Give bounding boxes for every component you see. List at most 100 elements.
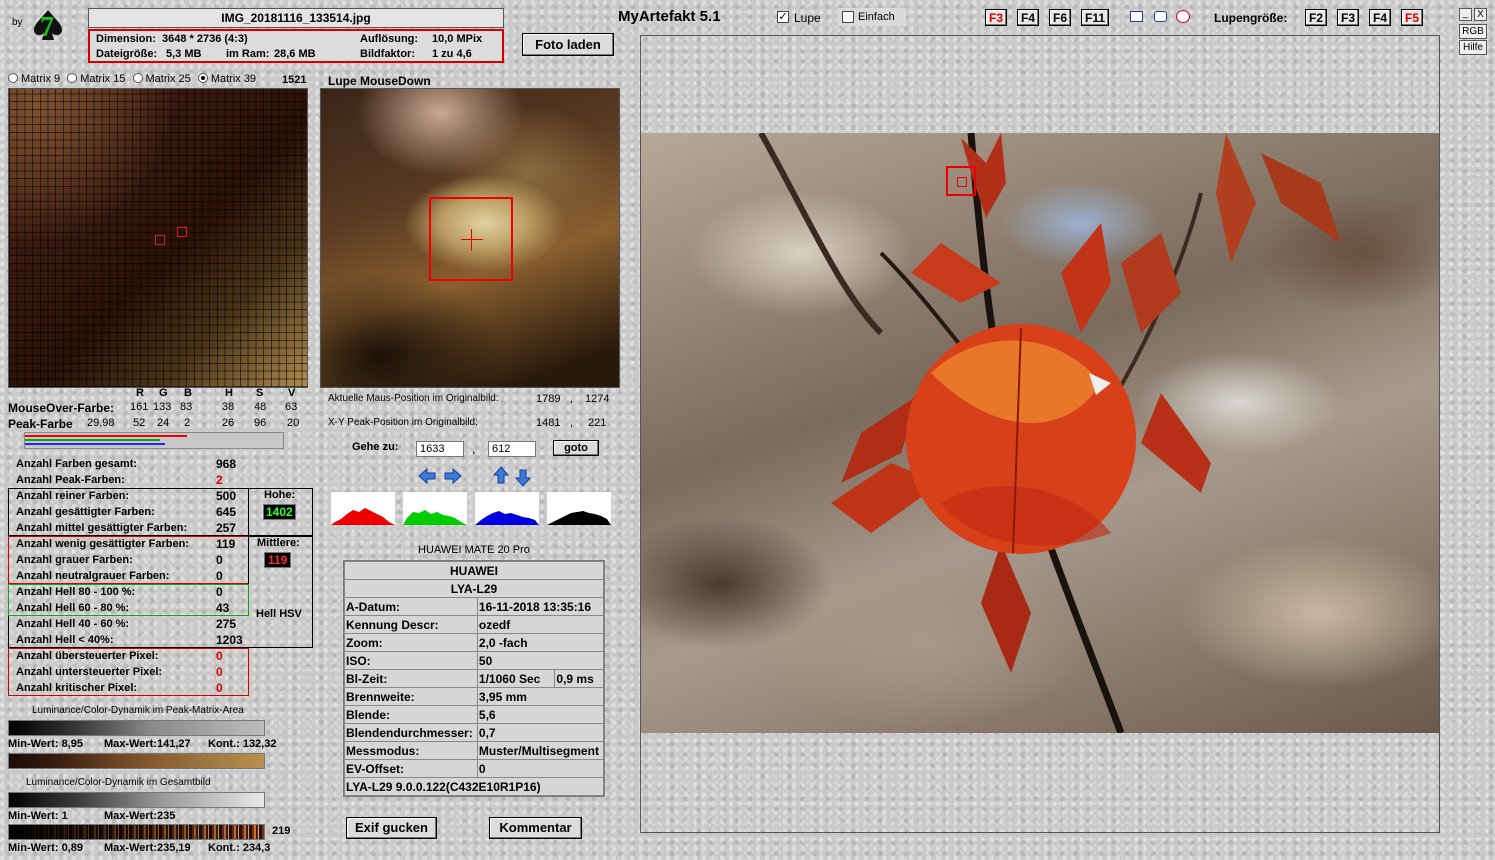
fkey-f6[interactable]: F6 (1049, 9, 1071, 26)
arrow-down-icon[interactable] (514, 468, 532, 488)
rounded-shape-icon[interactable] (1154, 11, 1167, 22)
mittlere-value: 119 (264, 552, 292, 568)
filesize-label: Dateigröße: (96, 48, 158, 60)
fkey-f11[interactable]: F11 (1081, 9, 1109, 26)
main-photo[interactable] (641, 133, 1439, 733)
hohe-value: 1402 (263, 504, 296, 520)
histogram-red-icon (331, 508, 395, 525)
peak-dynamic-title: Luminance/Color-Dynamik im Peak-Matrix-A… (32, 705, 244, 716)
color-matrix[interactable] (8, 88, 308, 388)
pk-g: 24 (157, 417, 170, 429)
exif-make: HUAWEI (344, 561, 604, 580)
device-name: HUAWEI MATE 20 Pro (418, 544, 530, 556)
mo-b: 83 (180, 401, 193, 413)
stat-label: Anzahl Hell 40 - 60 %: (16, 618, 130, 630)
peak-color-gradient (8, 753, 265, 769)
exif-bl-label: Bl-Zeit: (344, 669, 478, 688)
peak-dynamic-gradient (8, 720, 265, 736)
hdr-v: V (288, 387, 296, 399)
exif-kennung-label: Kennung Descr: (344, 615, 478, 634)
histogram-luma-icon (547, 511, 611, 525)
peak-position-x: 1481 (536, 417, 561, 429)
radio-icon (67, 73, 78, 83)
radio-icon (132, 73, 143, 83)
brand-by: by (12, 17, 23, 28)
stat-value: 0 (216, 553, 223, 567)
arrow-right-icon[interactable] (443, 467, 463, 485)
goto-button[interactable]: goto (553, 440, 599, 456)
exif-button[interactable]: Exif gucken (346, 817, 437, 839)
stat-value: 0 (216, 569, 223, 583)
arrow-up-icon[interactable] (492, 465, 510, 485)
fkey-f3[interactable]: F3 (985, 9, 1007, 26)
mouseover-color-label: MouseOver-Farbe: (8, 401, 115, 415)
close-button[interactable]: X (1474, 8, 1487, 21)
einfach-checkbox[interactable] (842, 11, 854, 23)
pk-r: 52 (133, 417, 146, 429)
exif-zoom-label: Zoom: (344, 633, 478, 652)
exif-bl-sec: 1/1060 Sec (476, 669, 556, 688)
total-count: 219 (272, 825, 291, 837)
goto-x-input[interactable]: 1633 (416, 441, 464, 457)
goto-y-input[interactable]: 612 (488, 441, 536, 457)
side-divider (248, 488, 249, 584)
factor-value: 1 zu 4,6 (432, 48, 472, 60)
mo-v: 63 (285, 401, 298, 413)
circle-shape-icon[interactable] (1176, 10, 1190, 23)
stat-label: Anzahl grauer Farben: (16, 554, 133, 566)
green-bar (25, 439, 160, 441)
arrow-left-icon[interactable] (417, 467, 437, 485)
mo-h: 38 (222, 401, 235, 413)
lupe-size-f4[interactable]: F4 (1369, 9, 1391, 26)
peak-kont: Kont.: 132,32 (208, 738, 277, 750)
histogram-luma (547, 492, 611, 525)
total2-max: Max-Wert:235,19 (104, 842, 191, 854)
stat-label: Anzahl Hell 80 - 100 %: (16, 586, 136, 598)
load-photo-button[interactable]: Foto laden (522, 33, 614, 56)
matrix-39-option[interactable]: Matrix 39 (197, 73, 256, 85)
exif-focal: 3,95 mm (476, 687, 605, 706)
lupe-size-f2[interactable]: F2 (1305, 9, 1327, 26)
mo-g: 133 (153, 401, 172, 413)
stat-value: 2 (216, 473, 223, 487)
goto-sep: , (472, 442, 476, 456)
stat-label: Anzahl untersteuerter Pixel: (16, 666, 163, 678)
exif-bl-ms: 0,9 ms (554, 669, 604, 688)
dimension-value: 3648 * 2736 (4:3) (162, 33, 248, 45)
matrix-15-option[interactable]: Matrix 15 (67, 73, 125, 85)
exif-aperture: 5,6 (476, 705, 605, 724)
histogram-red (331, 492, 395, 525)
total-min: Min-Wert: 1 (8, 810, 68, 822)
minimize-button[interactable]: _ (1459, 8, 1472, 21)
matrix-25-label: Matrix 25 (145, 73, 191, 85)
matrix-15-label: Matrix 15 (80, 73, 126, 85)
hdr-h: H (225, 387, 233, 399)
lupe-label: Lupe (794, 11, 821, 25)
total-dynamic-gradient (8, 792, 265, 808)
matrix-25-option[interactable]: Matrix 25 (132, 73, 191, 85)
square-shape-icon[interactable] (1130, 11, 1143, 22)
histogram-green (403, 492, 467, 525)
resolution-label: Auflösung: (360, 33, 419, 45)
lupe-checkbox[interactable]: ✓ (777, 11, 789, 23)
stat-value: 257 (216, 521, 237, 535)
histogram-blue (475, 492, 539, 525)
file-info-box: Dimension: 3648 * 2736 (4:3) Auflösung: … (88, 29, 504, 63)
peak-position-y: 221 (588, 417, 607, 429)
matrix-9-option[interactable]: Matrix 9 (8, 73, 60, 85)
fkey-f4[interactable]: F4 (1017, 9, 1039, 26)
hdr-g: G (159, 387, 168, 399)
rgb-button[interactable]: RGB (1459, 24, 1487, 39)
mouse-position-x: 1789 (536, 393, 561, 405)
lupe-size-f3[interactable]: F3 (1337, 9, 1359, 26)
help-button[interactable]: Hilfe (1459, 40, 1487, 55)
stat-label: Anzahl Hell < 40%: (16, 634, 114, 646)
exif-ev: 0 (476, 759, 605, 778)
pk-h: 26 (222, 417, 235, 429)
comment-button[interactable]: Kommentar (489, 817, 582, 839)
app-title: MyArtefakt 5.1 (618, 8, 721, 25)
exif-panel: HUAWEI LYA-L29 A-Datum: 16-11-2018 13:35:… (343, 560, 605, 797)
exif-firmware: LYA-L29 9.0.0.122(C432E10R1P16) (344, 777, 604, 796)
lupe-size-f5[interactable]: F5 (1401, 9, 1423, 26)
stat-label: Anzahl gesättigter Farben: (16, 506, 155, 518)
